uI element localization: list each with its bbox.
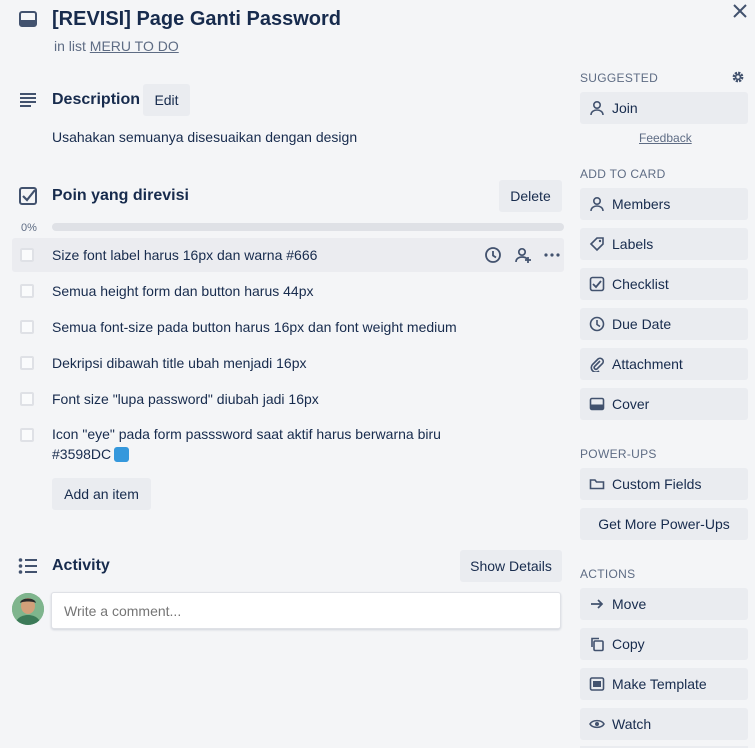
attachment-button[interactable]: Attachment (580, 348, 748, 380)
list-link[interactable]: MERU TO DO (90, 38, 179, 54)
add-item-button[interactable]: Add an item (52, 478, 151, 510)
checklist-item-text[interactable]: Semua font-size pada button harus 16px d… (52, 317, 457, 337)
in-list-prefix: in list (54, 38, 86, 54)
copy-icon (589, 636, 605, 652)
close-icon[interactable] (732, 3, 748, 19)
in-list-text: in list MERU TO DO (54, 38, 179, 54)
checklist-item-checkbox[interactable] (20, 428, 34, 442)
attachment-label: Attachment (612, 356, 683, 372)
activity-heading: Activity (52, 557, 110, 574)
person-icon (589, 196, 605, 212)
move-label: Move (612, 596, 647, 612)
checklist-item-checkbox[interactable] (20, 356, 34, 370)
template-icon (589, 676, 605, 692)
checklist-item-text[interactable]: Dekripsi dibawah title ubah menjadi 16px (52, 353, 306, 373)
due-date-label: Due Date (612, 316, 672, 332)
description-text[interactable]: Usahakan semuanya disesuaikan dengan des… (52, 129, 357, 145)
card-icon (19, 11, 37, 27)
checklist-item-checkbox[interactable] (20, 248, 34, 262)
checklist-item-text[interactable]: Icon "eye" pada form passsword saat akti… (52, 424, 441, 444)
custom-fields-label: Custom Fields (612, 476, 702, 492)
edit-description-button[interactable]: Edit (143, 84, 190, 116)
cover-button[interactable]: Cover (580, 388, 748, 420)
edit-description-label: Edit (154, 92, 179, 108)
custom-fields-button[interactable]: Custom Fields (580, 468, 748, 500)
cover-label: Cover (612, 396, 650, 412)
join-button[interactable]: Join (580, 92, 748, 124)
checklist-item-checkbox[interactable] (20, 320, 34, 334)
watch-button[interactable]: Watch (580, 708, 748, 740)
checklist-item[interactable]: Icon "eye" pada form passsword saat akti… (12, 424, 564, 468)
show-details-button[interactable]: Show Details (460, 550, 562, 582)
join-label: Join (612, 100, 638, 116)
feedback-link[interactable]: Feedback (639, 131, 692, 145)
checklist-item-checkbox[interactable] (20, 392, 34, 406)
delete-checklist-button[interactable]: Delete (499, 180, 562, 212)
show-details-label: Show Details (470, 558, 552, 574)
description-icon (19, 92, 37, 108)
move-button[interactable]: Move (580, 588, 748, 620)
checklist-icon (589, 276, 605, 292)
more-icon[interactable] (543, 246, 561, 264)
progress-percent: 0% (21, 222, 37, 234)
get-more-power-ups-button[interactable]: Get More Power-Ups (580, 508, 748, 540)
make-template-button[interactable]: Make Template (580, 668, 748, 700)
description-heading: Description (52, 91, 141, 108)
comment-input[interactable] (51, 592, 561, 629)
actions-label: ACTIONS (580, 567, 636, 581)
due-date-icon[interactable] (484, 246, 502, 264)
checklist-item-text[interactable]: Font size "lupa password" diubah jadi 16… (52, 389, 319, 409)
avatar[interactable] (12, 593, 44, 625)
gear-icon[interactable] (731, 70, 745, 84)
checklist-item[interactable]: Dekripsi dibawah title ubah menjadi 16px (12, 346, 564, 380)
suggested-label: SUGGESTED (580, 71, 659, 85)
copy-label: Copy (612, 636, 645, 652)
watch-label: Watch (612, 716, 652, 732)
checklist-button[interactable]: Checklist (580, 268, 748, 300)
assign-member-icon[interactable] (514, 246, 532, 264)
checklist-item-text-line2[interactable]: #3598DC (52, 444, 111, 464)
copy-button[interactable]: Copy (580, 628, 748, 660)
cover-icon (589, 396, 605, 412)
activity-icon (18, 557, 38, 575)
progress-bar (52, 223, 564, 231)
person-icon (589, 100, 605, 116)
members-button[interactable]: Members (580, 188, 748, 220)
power-ups-label: POWER-UPS (580, 447, 657, 461)
checklist-item[interactable]: Semua font-size pada button harus 16px d… (12, 310, 564, 344)
labels-button[interactable]: Labels (580, 228, 748, 260)
clock-icon (589, 316, 605, 332)
tag-icon (589, 236, 605, 252)
checklist-icon (19, 187, 37, 205)
checklist-item[interactable]: Font size "lupa password" diubah jadi 16… (12, 382, 564, 416)
make-template-label: Make Template (612, 676, 707, 692)
card-title[interactable]: [REVISI] Page Ganti Password (52, 8, 341, 31)
delete-checklist-label: Delete (510, 188, 551, 204)
checklist-item[interactable]: Semua height form dan button harus 44px (12, 274, 564, 308)
checklist-item-text[interactable]: Semua height form dan button harus 44px (52, 281, 314, 301)
blue-square-swatch (114, 446, 130, 462)
checklist-item-checkbox[interactable] (20, 284, 34, 298)
arrow-right-icon (589, 596, 605, 612)
checklist-item-text[interactable]: Size font label harus 16px dan warna #66… (52, 245, 317, 265)
labels-label: Labels (612, 236, 654, 252)
checklist-label: Checklist (612, 276, 669, 292)
members-label: Members (612, 196, 671, 212)
add-to-card-label: ADD TO CARD (580, 167, 666, 181)
checklist-item[interactable]: Size font label harus 16px dan warna #66… (12, 238, 564, 272)
add-item-label: Add an item (64, 486, 139, 502)
custom-fields-icon (589, 476, 605, 492)
eye-icon (589, 716, 605, 732)
paperclip-icon (589, 356, 605, 372)
get-more-power-ups-label: Get More Power-Ups (598, 516, 730, 532)
due-date-button[interactable]: Due Date (580, 308, 748, 340)
checklist-title[interactable]: Poin yang direvisi (52, 187, 189, 205)
